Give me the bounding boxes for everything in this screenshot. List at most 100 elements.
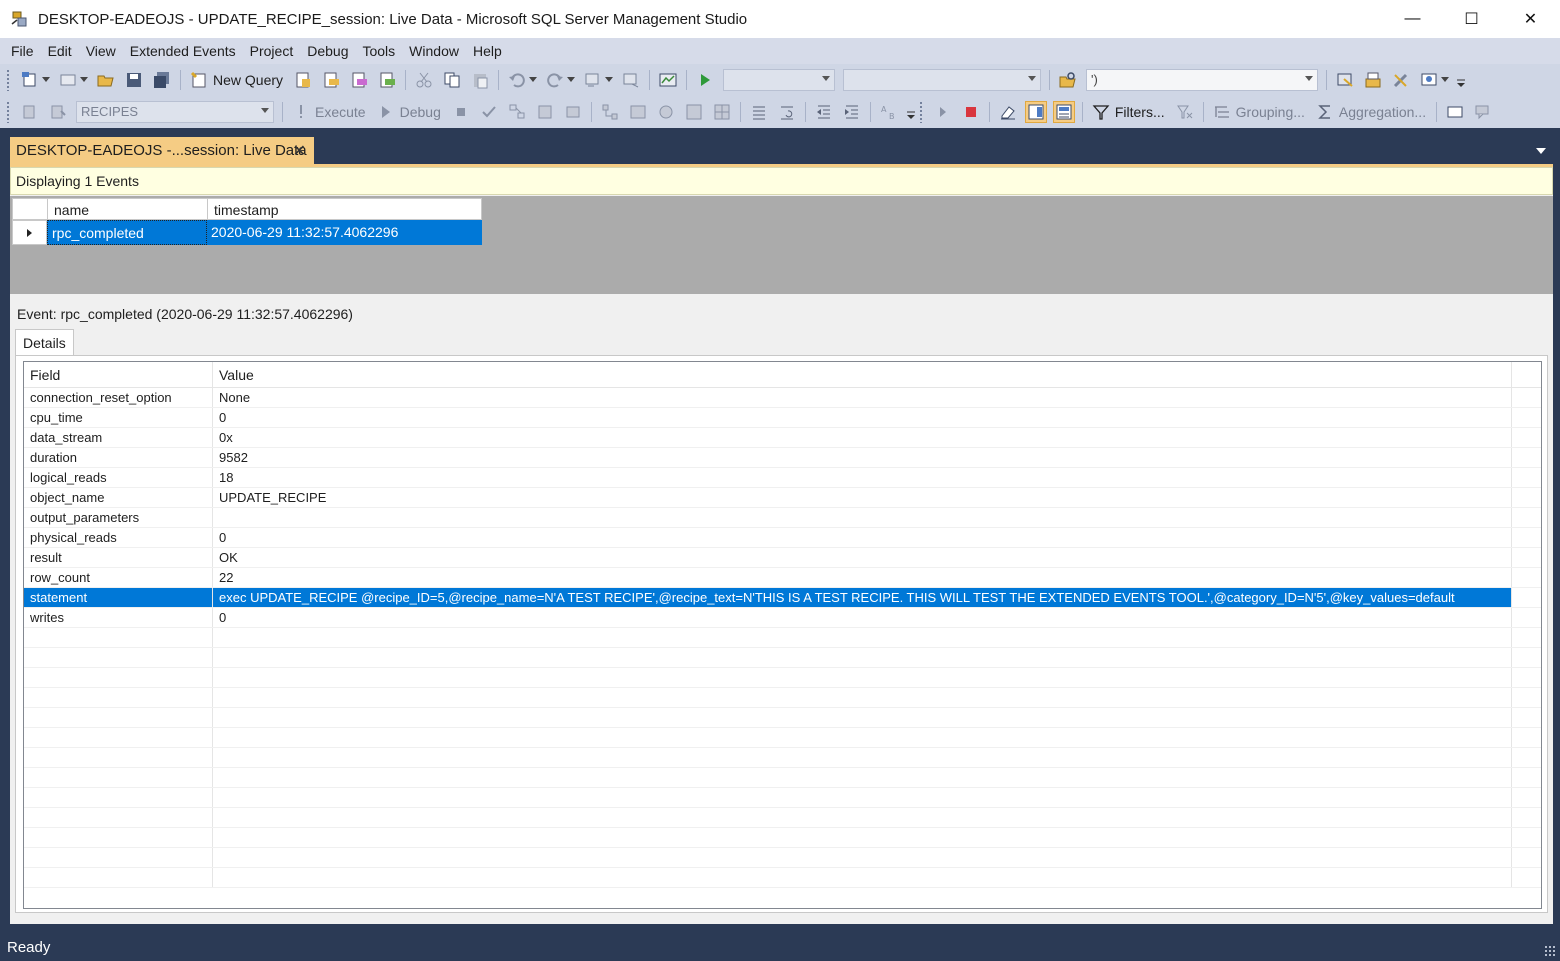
menu-edit[interactable]: Edit [41, 43, 79, 59]
undo-dropdown-icon[interactable] [529, 77, 538, 82]
detail-field-cell[interactable]: physical_reads [24, 528, 213, 547]
object-explorer-icon[interactable] [1362, 69, 1384, 91]
start-data-feed-icon[interactable] [932, 101, 954, 123]
filters-button[interactable]: Filters... [1115, 104, 1165, 120]
detail-row-data-stream[interactable]: data_stream 0x [24, 428, 1541, 448]
copy-icon[interactable] [441, 69, 463, 91]
redo-icon[interactable] [544, 69, 566, 91]
results-to-grid-icon[interactable] [711, 101, 733, 123]
detail-row-writes[interactable]: writes 0 [24, 608, 1541, 628]
menu-help[interactable]: Help [466, 43, 509, 59]
column-header-field[interactable]: Field [24, 362, 213, 387]
find-in-files-icon[interactable] [1057, 69, 1079, 91]
new-project-icon[interactable] [19, 69, 41, 91]
bookmark-icon[interactable] [1472, 101, 1494, 123]
menu-window[interactable]: Window [402, 43, 466, 59]
estimated-plan-icon[interactable] [506, 101, 528, 123]
detail-value-cell[interactable] [213, 508, 1512, 527]
detail-field-cell[interactable]: writes [24, 608, 213, 627]
decrease-indent-icon[interactable] [813, 101, 835, 123]
detail-field-cell[interactable]: statement [24, 588, 213, 607]
toolbar-grip[interactable] [6, 68, 10, 91]
intellisense-icon[interactable] [562, 101, 584, 123]
show-details-pane-icon[interactable] [1024, 100, 1047, 123]
add-item-icon[interactable] [57, 69, 79, 91]
event-row[interactable]: rpc_completed 2020-06-29 11:32:57.406229… [12, 220, 482, 245]
menu-extended-events[interactable]: Extended Events [123, 43, 243, 59]
choose-columns-icon[interactable] [1444, 101, 1466, 123]
analysis-dmx-query-icon[interactable] [348, 69, 370, 91]
paste-icon[interactable] [469, 69, 491, 91]
analysis-mdx-query-icon[interactable] [320, 69, 342, 91]
menu-view[interactable]: View [79, 43, 123, 59]
tab-overflow-dropdown-icon[interactable] [1536, 148, 1546, 154]
clear-data-icon[interactable] [997, 101, 1019, 123]
close-tab-icon[interactable]: ✕ [293, 141, 306, 161]
detail-row-statement[interactable]: statement exec UPDATE_RECIPE @recipe_ID=5… [24, 588, 1541, 608]
results-to-text-icon[interactable] [683, 101, 705, 123]
ssms-app-icon[interactable] [10, 9, 30, 29]
available-databases-combo[interactable]: RECIPES [76, 100, 274, 123]
connect-icon[interactable] [19, 101, 41, 123]
menu-project[interactable]: Project [243, 43, 301, 59]
toolbar-grip[interactable] [6, 100, 10, 123]
tab-live-data[interactable]: DESKTOP-EADEOJS -...session: Live Data ✕ [10, 137, 314, 164]
close-window-button[interactable]: ✕ [1501, 0, 1560, 38]
query-options-icon[interactable] [534, 101, 556, 123]
detail-value-cell[interactable]: 22 [213, 568, 1512, 587]
detail-value-cell[interactable]: 18 [213, 468, 1512, 487]
database-engine-query-icon[interactable] [292, 69, 314, 91]
remove-filter-icon[interactable] [1174, 101, 1196, 123]
debug-button[interactable]: Debug [400, 104, 441, 120]
detail-row-duration[interactable]: duration 9582 [24, 448, 1541, 468]
filter-icon[interactable] [1090, 101, 1112, 123]
detail-field-cell[interactable]: connection_reset_option [24, 388, 213, 407]
navigate-backward-icon[interactable] [582, 69, 604, 91]
execute-button[interactable]: Execute [315, 104, 366, 120]
activity-monitor-icon[interactable] [657, 69, 679, 91]
tab-details[interactable]: Details [15, 329, 74, 355]
new-project-dropdown-icon[interactable] [42, 77, 50, 82]
new-query-button[interactable]: New Query [213, 72, 283, 88]
properties-icon[interactable] [1390, 69, 1412, 91]
detail-row-row-count[interactable]: row_count 22 [24, 568, 1541, 588]
toolbar-options-icon[interactable] [1456, 69, 1466, 91]
detail-row-cpu-time[interactable]: cpu_time 0 [24, 408, 1541, 428]
detail-field-cell[interactable]: object_name [24, 488, 213, 507]
detail-row-logical-reads[interactable]: logical_reads 18 [24, 468, 1541, 488]
increase-indent-icon[interactable] [841, 101, 863, 123]
detail-value-cell[interactable]: 0 [213, 528, 1512, 547]
detail-field-cell[interactable]: data_stream [24, 428, 213, 447]
menu-file[interactable]: File [4, 43, 41, 59]
maximize-button[interactable]: ☐ [1442, 0, 1501, 38]
event-name-cell[interactable]: rpc_completed [47, 220, 207, 245]
detail-field-cell[interactable]: row_count [24, 568, 213, 587]
minimize-button[interactable]: — [1383, 0, 1442, 38]
xmla-query-icon[interactable] [376, 69, 398, 91]
detail-value-cell[interactable]: 0 [213, 608, 1512, 627]
specify-template-values-icon[interactable]: AB [878, 101, 900, 123]
navigate-forward-icon[interactable] [620, 69, 642, 91]
toolbox-dropdown-icon[interactable] [1441, 77, 1450, 82]
solution-configurations-combo[interactable] [723, 68, 836, 91]
save-all-icon[interactable] [151, 69, 173, 91]
stop-data-feed-icon[interactable] [960, 101, 982, 123]
registered-servers-icon[interactable] [1334, 69, 1356, 91]
column-header-value[interactable]: Value [213, 362, 1512, 387]
toolbar-options-icon[interactable] [906, 101, 916, 123]
grouping-icon[interactable] [1211, 101, 1233, 123]
open-file-icon[interactable] [95, 69, 117, 91]
execute-icon[interactable] [290, 101, 312, 123]
cancel-query-icon[interactable] [450, 101, 472, 123]
comment-lines-icon[interactable] [748, 101, 770, 123]
aggregation-button[interactable]: Aggregation... [1339, 104, 1426, 120]
menu-debug[interactable]: Debug [300, 43, 355, 59]
save-icon[interactable] [123, 69, 145, 91]
new-query-icon[interactable] [188, 69, 210, 91]
detail-row-object-name[interactable]: object_name UPDATE_RECIPE [24, 488, 1541, 508]
find-combo[interactable]: ') [1086, 68, 1319, 91]
column-header-name[interactable]: name [48, 199, 208, 219]
detail-value-cell[interactable]: UPDATE_RECIPE [213, 488, 1512, 507]
detail-value-cell[interactable]: None [213, 388, 1512, 407]
client-statistics-icon[interactable] [655, 101, 677, 123]
